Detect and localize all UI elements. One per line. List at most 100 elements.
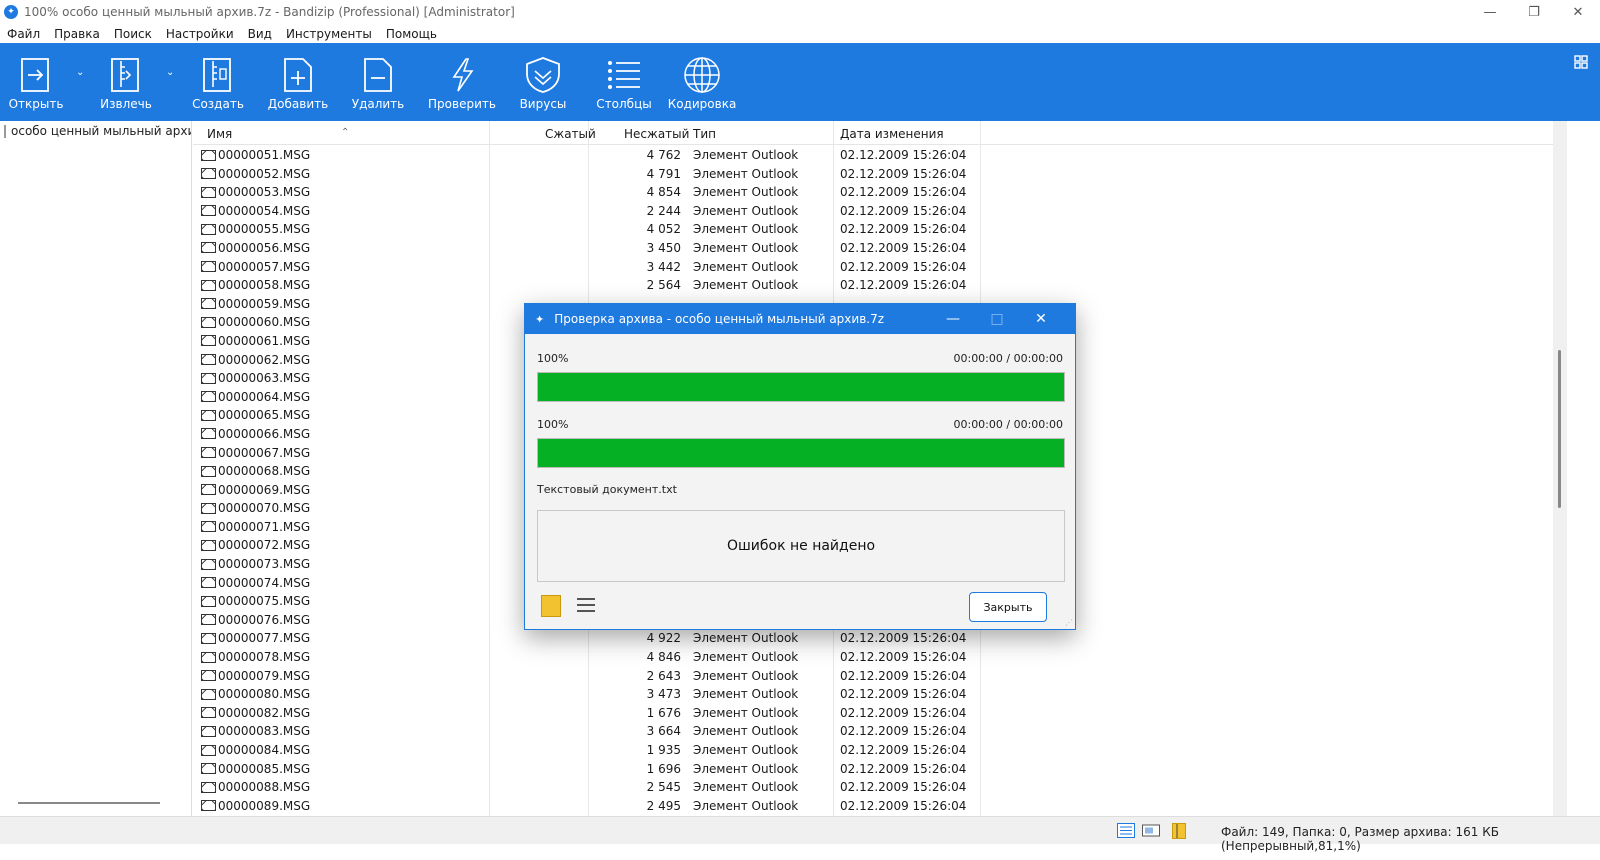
file-name-cell: 00000089.MSG xyxy=(201,799,310,813)
file-name: 00000059.MSG xyxy=(218,296,311,311)
test-archive-dialog: ✦ Проверка архива - особо ценный мыльный… xyxy=(524,303,1076,630)
file-type: Элемент Outlook xyxy=(693,631,799,646)
close-window-button[interactable]: ✕ xyxy=(1556,0,1600,24)
minimize-button[interactable]: — xyxy=(1468,0,1512,24)
file-type: Элемент Outlook xyxy=(693,761,799,776)
tree-item-archive-root[interactable]: особо ценный мыльный архив xyxy=(0,121,191,141)
column-modified[interactable]: Дата изменения xyxy=(840,127,944,141)
table-row[interactable]: 00000058.MSG 2 564 Элемент Outlook 02.12.20… xyxy=(193,276,1553,295)
table-row[interactable]: 00000054.MSG 2 244 Элемент Outlook 02.12.20… xyxy=(193,202,1553,221)
envelope-icon xyxy=(201,614,216,626)
file-name: 00000083.MSG xyxy=(218,724,311,739)
table-row[interactable]: 00000057.MSG 3 442 Элемент Outlook 02.12.20… xyxy=(193,258,1553,277)
file-date: 02.12.2009 15:26:04 xyxy=(840,259,967,274)
column-size[interactable]: Несжатый xyxy=(624,127,689,141)
table-row[interactable]: 00000085.MSG 1 696 Элемент Outlook 02.12.20… xyxy=(193,760,1553,779)
add-button[interactable]: Добавить xyxy=(266,43,330,121)
toolbar: Открыть ⌄ Извлечь ⌄ Создать Добавить Уда… xyxy=(0,43,1600,121)
menu-view[interactable]: Вид xyxy=(241,27,279,41)
menu-tools[interactable]: Инструменты xyxy=(279,27,379,41)
extract-dropdown-icon[interactable]: ⌄ xyxy=(166,67,174,78)
progress2-time: 00:00:00 / 00:00:00 xyxy=(953,418,1063,431)
file-name-cell: 00000085.MSG xyxy=(201,762,310,776)
file-progress-bar xyxy=(537,372,1065,402)
file-date: 02.12.2009 15:26:04 xyxy=(840,240,967,255)
file-name-cell: 00000073.MSG xyxy=(201,557,310,571)
archive-folder-icon[interactable] xyxy=(1172,823,1190,839)
details-view-icon[interactable] xyxy=(1117,823,1135,838)
open-button[interactable]: Открыть xyxy=(8,43,64,121)
file-name-cell: 00000051.MSG xyxy=(201,148,310,162)
file-name-cell: 00000052.MSG xyxy=(201,167,310,181)
file-name: 00000073.MSG xyxy=(218,557,311,572)
file-type: Элемент Outlook xyxy=(693,743,799,757)
file-type: Элемент Outlook xyxy=(693,724,799,739)
table-row[interactable]: 00000083.MSG 3 664 Элемент Outlook 02.12.20… xyxy=(193,722,1553,741)
file-name-cell: 00000069.MSG xyxy=(201,483,310,497)
resize-grip-icon[interactable]: ⋰ xyxy=(1065,618,1073,627)
column-type[interactable]: Тип xyxy=(693,127,716,141)
layout-grid-icon[interactable] xyxy=(1574,55,1588,72)
bandizip-dialog-icon: ✦ xyxy=(535,312,545,326)
virus-scan-button[interactable]: Вирусы xyxy=(514,43,572,121)
file-date: 02.12.2009 15:26:04 xyxy=(840,668,967,683)
table-row[interactable]: 00000084.MSG 1 935 Элемент Outlook 02.12.20… xyxy=(193,741,1553,760)
restore-button[interactable]: ❐ xyxy=(1512,0,1556,24)
status-text: Файл: 149, Папка: 0, Размер архива: 161 … xyxy=(1221,825,1499,853)
table-row[interactable]: 00000089.MSG 2 495 Элемент Outlook 02.12.20… xyxy=(193,797,1553,816)
dialog-close-button[interactable]: ✕ xyxy=(1019,304,1063,334)
test-button[interactable]: Проверить xyxy=(426,43,498,121)
tree-horizontal-scrollbar[interactable] xyxy=(18,802,160,804)
envelope-icon xyxy=(201,316,216,328)
file-name-cell: 00000075.MSG xyxy=(201,594,310,608)
menu-settings[interactable]: Настройки xyxy=(159,27,241,41)
file-size: 4 854 xyxy=(646,185,681,200)
extract-button[interactable]: Извлечь xyxy=(100,43,152,121)
open-label: Открыть xyxy=(8,97,64,111)
envelope-icon xyxy=(201,539,216,551)
envelope-icon xyxy=(201,465,216,477)
table-row[interactable]: 00000053.MSG 4 854 Элемент Outlook 02.12.20… xyxy=(193,183,1553,202)
menu-list-icon[interactable] xyxy=(577,598,595,616)
close-dialog-button[interactable]: Закрыть xyxy=(969,592,1047,622)
table-row[interactable]: 00000082.MSG 1 676 Элемент Outlook 02.12.20… xyxy=(193,704,1553,723)
create-button[interactable]: Создать xyxy=(192,43,244,121)
total-progress-fill xyxy=(538,439,1064,467)
table-row[interactable]: 00000079.MSG 2 643 Элемент Outlook 02.12.20… xyxy=(193,667,1553,686)
table-row[interactable]: 00000055.MSG 4 052 Элемент Outlook 02.12.20… xyxy=(193,220,1553,239)
menu-search[interactable]: Поиск xyxy=(107,27,159,41)
table-row[interactable]: 00000051.MSG 4 762 Элемент Outlook 02.12.20… xyxy=(193,146,1553,165)
envelope-icon xyxy=(201,279,216,291)
file-size: 4 846 xyxy=(646,650,681,665)
file-size: 2 244 xyxy=(646,203,681,218)
preview-pane-icon[interactable] xyxy=(1142,823,1160,838)
file-type: Элемент Outlook xyxy=(693,203,799,218)
table-row[interactable]: 00000078.MSG 4 846 Элемент Outlook 02.12.20… xyxy=(193,648,1553,667)
file-name: 00000088.MSG xyxy=(218,780,311,795)
file-name: 00000066.MSG xyxy=(218,426,311,441)
file-size: 3 473 xyxy=(646,687,681,702)
delete-button[interactable]: Удалить xyxy=(348,43,408,121)
open-icon xyxy=(20,55,52,95)
file-name: 00000072.MSG xyxy=(218,538,311,553)
open-dropdown-icon[interactable]: ⌄ xyxy=(76,67,84,78)
menu-edit[interactable]: Правка xyxy=(47,27,107,41)
window-controls: — ❐ ✕ xyxy=(1468,0,1600,24)
dialog-minimize-button[interactable]: — xyxy=(931,304,975,334)
table-row[interactable]: 00000056.MSG 3 450 Элемент Outlook 02.12.20… xyxy=(193,239,1553,258)
table-row[interactable]: 00000080.MSG 3 473 Элемент Outlook 02.12.20… xyxy=(193,685,1553,704)
table-row[interactable]: 00000052.MSG 4 791 Элемент Outlook 02.12.20… xyxy=(193,165,1553,184)
file-name: 00000063.MSG xyxy=(218,371,311,386)
vertical-scrollbar-thumb[interactable] xyxy=(1558,350,1561,508)
open-folder-icon[interactable] xyxy=(541,595,561,617)
table-row[interactable]: 00000088.MSG 2 545 Элемент Outlook 02.12.20… xyxy=(193,778,1553,797)
file-name: 00000056.MSG xyxy=(218,240,311,255)
table-row[interactable]: 00000077.MSG 4 922 Элемент Outlook 02.12.20… xyxy=(193,629,1553,648)
menu-file[interactable]: Файл xyxy=(0,27,47,41)
encoding-button[interactable]: Кодировка xyxy=(668,43,736,121)
menu-help[interactable]: Помощь xyxy=(379,27,444,41)
columns-button[interactable]: Столбцы xyxy=(594,43,654,121)
column-name[interactable]: Имя xyxy=(207,127,232,141)
file-name-cell: 00000053.MSG xyxy=(201,185,310,199)
virus-label: Вирусы xyxy=(519,97,567,111)
